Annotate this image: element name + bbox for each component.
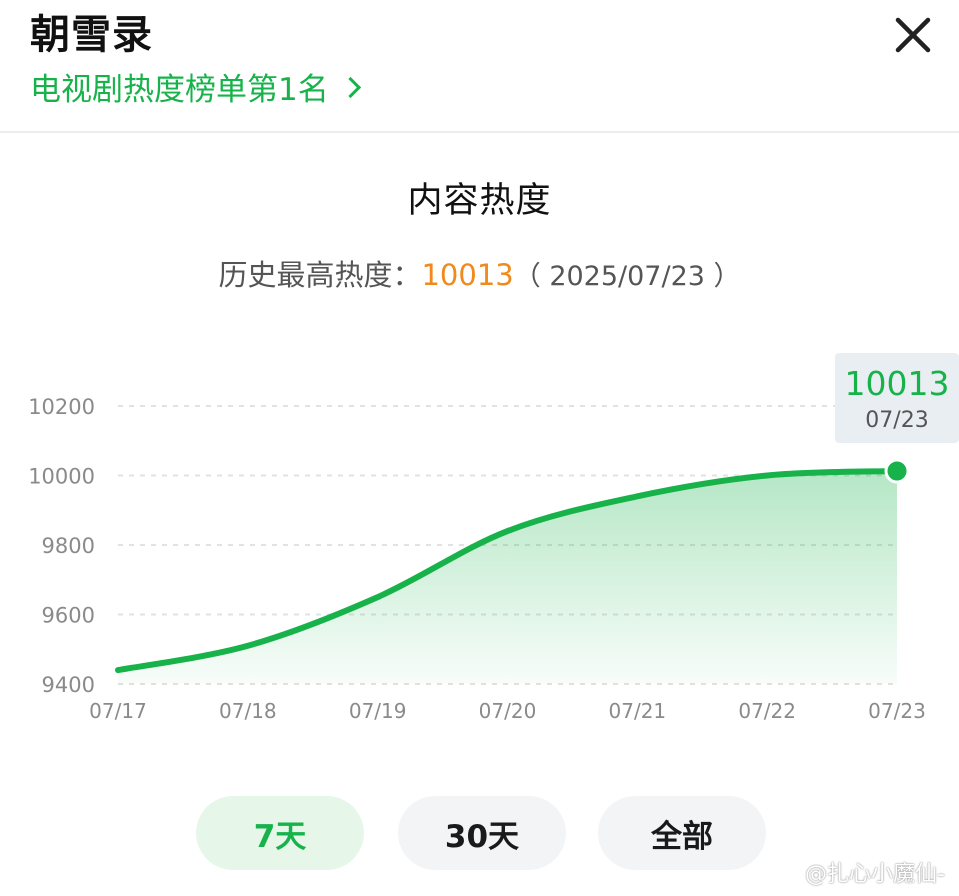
y-tick-label: 10200 <box>28 395 95 419</box>
tab-7-days[interactable]: 7天 <box>196 796 364 870</box>
y-tick-label: 9400 <box>42 673 95 697</box>
tab-all[interactable]: 全部 <box>598 796 766 870</box>
tooltip-date: 07/23 <box>865 408 928 433</box>
watermark-text: @扎心小魔仙- <box>805 862 945 887</box>
heat-chart: 10200 10000 9800 9600 9400 07/17 07/18 07/19 07… <box>28 352 959 723</box>
tab-30-days[interactable]: 30天 <box>398 796 566 870</box>
latest-point <box>884 458 910 484</box>
ranking-link-label: 电视剧热度榜单第1名 <box>30 72 329 108</box>
y-tick-label: 9600 <box>42 604 95 628</box>
peak-date: （ 2025/07/23 ） <box>513 261 741 292</box>
section-title: 内容热度 <box>407 181 552 221</box>
x-tick-label: 07/21 <box>609 699 667 723</box>
x-tick-label: 07/20 <box>479 699 537 723</box>
x-tick-label: 07/19 <box>349 699 407 723</box>
popup-header: 朝雪录 电视剧热度榜单第1名 <box>0 0 959 133</box>
weibo-icon <box>773 864 799 882</box>
x-tick-label: 07/23 <box>868 699 926 723</box>
x-tick-label: 07/18 <box>219 699 277 723</box>
show-title: 朝雪录 <box>30 12 153 58</box>
y-tick-label: 9800 <box>42 534 95 558</box>
peak-summary: 历史最高热度：10013（ 2025/07/23 ） <box>0 252 959 294</box>
value-tooltip: 10013 07/23 <box>835 352 959 443</box>
x-tick-label: 07/22 <box>738 699 796 723</box>
close-icon[interactable] <box>892 14 934 56</box>
chevron-right-icon <box>339 76 361 99</box>
x-tick-label: 07/17 <box>89 699 147 723</box>
watermark: @扎心小魔仙- <box>773 856 945 888</box>
heat-popup: 朝雪录 电视剧热度榜单第1名 内容热度 历史最高热度：10013（ 2025/0… <box>0 0 959 896</box>
y-tick-label: 10000 <box>28 465 95 489</box>
tooltip-value: 10013 <box>845 364 950 403</box>
peak-label: 历史最高热度： <box>218 258 422 292</box>
ranking-link[interactable]: 电视剧热度榜单第1名 <box>30 64 361 109</box>
peak-value: 10013 <box>421 258 514 292</box>
